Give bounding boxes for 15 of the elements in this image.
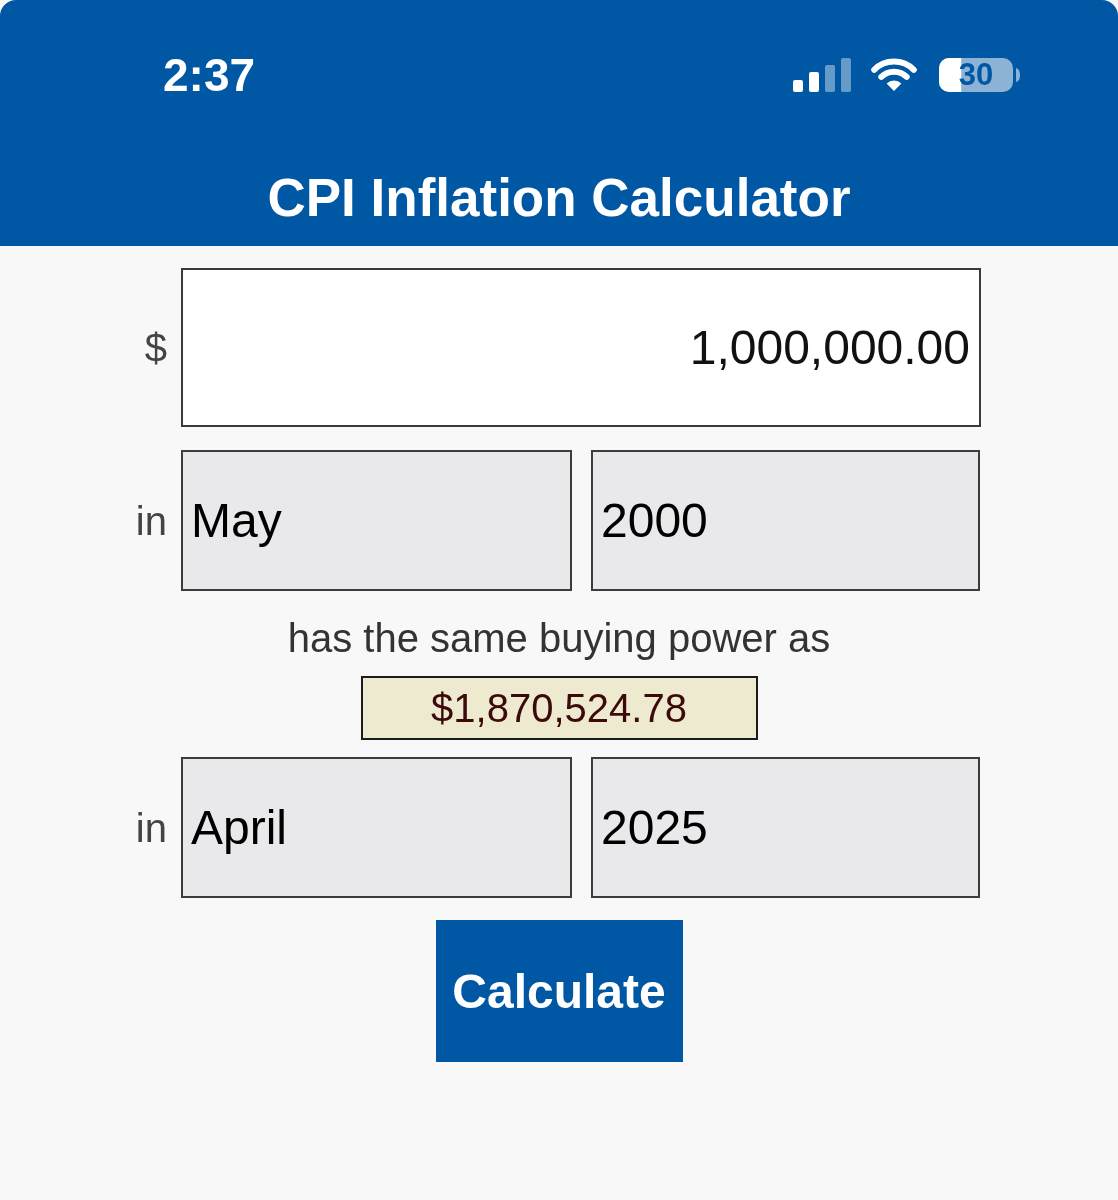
page-title: CPI Inflation Calculator — [267, 168, 851, 227]
currency-label: $ — [144, 324, 168, 372]
year-dropdown[interactable]: 2000 — [591, 450, 980, 591]
calculate-button[interactable]: Calculate — [435, 920, 683, 1062]
amount-field[interactable]: 1,000,000.00 — [181, 268, 981, 427]
result-output: $1,870,524.78 — [360, 676, 758, 740]
wifi-icon — [870, 57, 918, 93]
date-label: in — [135, 497, 168, 545]
time-text: 2:37 — [163, 49, 256, 101]
connector-text: has the same buying power as — [287, 615, 831, 662]
month-dropdown[interactable]: April — [181, 757, 572, 898]
month-dropdown[interactable]: May — [181, 450, 572, 591]
year-dropdown[interactable]: 2025 — [591, 757, 980, 898]
signal-icon — [793, 57, 851, 93]
date-label: in — [135, 804, 168, 852]
